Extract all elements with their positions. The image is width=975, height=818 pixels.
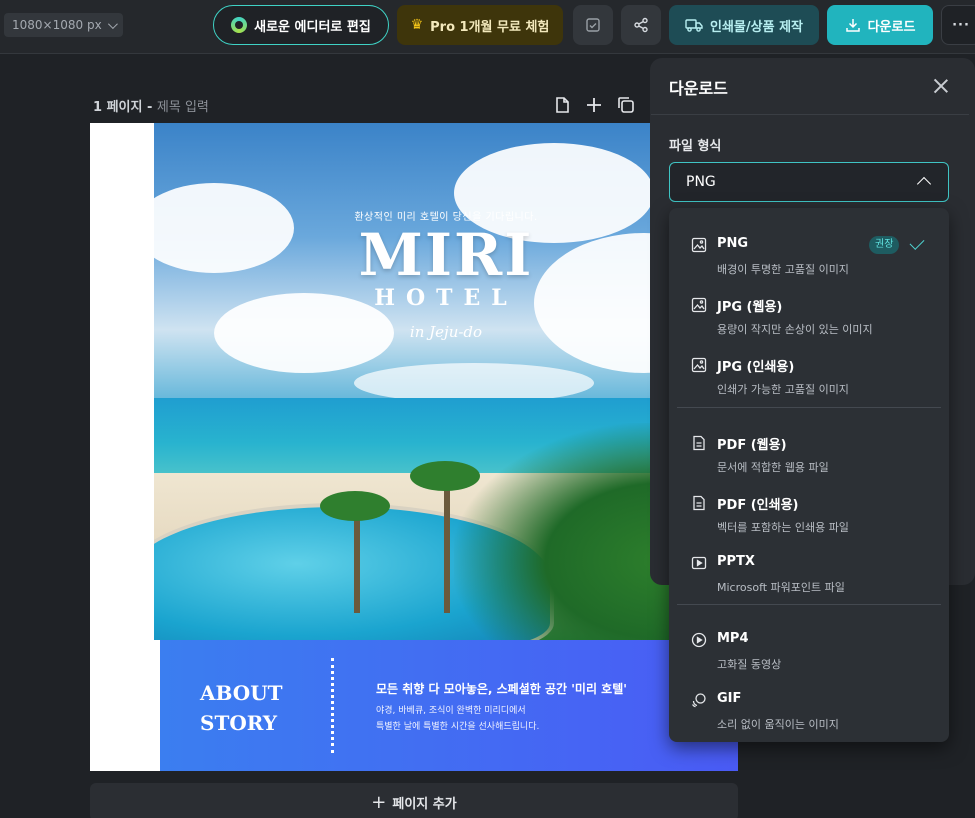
chevron-up-icon	[916, 176, 932, 192]
more-icon: ···	[952, 17, 970, 33]
save-button[interactable]	[573, 5, 613, 45]
format-option-name: PDF (웹용)	[717, 438, 787, 453]
format-option-desc: 배경이 투명한 고품질 이미지	[717, 263, 849, 276]
format-option-name: JPG (웹용)	[717, 300, 783, 315]
dotted-divider	[331, 658, 334, 753]
about-title: ABOUT STORY	[200, 678, 283, 738]
close-icon[interactable]	[932, 77, 950, 95]
format-option-name: PPTX	[717, 554, 755, 569]
about-title-line1: ABOUT	[200, 681, 283, 705]
recommended-badge: 권장	[869, 236, 900, 254]
about-heading: 모든 취향 다 모아놓은, 스페셜한 공간 '미리 호텔'	[376, 682, 627, 696]
download-button[interactable]: 다운로드	[827, 5, 933, 45]
presentation-icon	[691, 556, 707, 570]
new-editor-button[interactable]: 새로운 에디터로 편집	[213, 5, 389, 45]
duplicate-page-icon[interactable]	[616, 95, 636, 115]
format-option-name: GIF	[717, 691, 742, 706]
about-body: 야경, 바베큐, 조식이 완벽한 미리디에서 특별한 날에 특별한 시간을 선사…	[376, 703, 539, 735]
format-option-pdf-print[interactable]: PDF (인쇄용) 벡터를 포함하는 인쇄용 파일	[669, 488, 949, 544]
add-page-button[interactable]: + 페이지 추가	[90, 783, 738, 818]
page-title-separator: -	[146, 100, 153, 115]
format-option-pdf-web[interactable]: PDF (웹용) 문서에 적합한 웹용 파일	[669, 428, 949, 484]
check-icon	[909, 235, 925, 250]
plus-icon: +	[371, 791, 387, 813]
file-format-options: PNG 권장 배경이 투명한 고품질 이미지 JPG (웹용) 용량이 작지만 …	[669, 208, 949, 742]
truck-icon	[685, 19, 703, 32]
page-header: 1 페이지 - 제목 입력	[93, 96, 209, 115]
option-group-divider	[677, 604, 941, 605]
format-option-name: JPG (인쇄용)	[717, 360, 795, 375]
palm-trunk	[444, 473, 450, 613]
file-format-label: 파일 형식	[669, 139, 722, 154]
crown-icon: ♛	[410, 17, 424, 33]
panel-divider	[651, 114, 969, 115]
play-circle-icon	[691, 632, 707, 648]
format-option-png[interactable]: PNG 권장 배경이 투명한 고품질 이미지	[669, 230, 949, 286]
download-icon	[845, 19, 860, 32]
chevron-down-icon	[107, 18, 118, 29]
add-page-label: 페이지 추가	[392, 796, 457, 812]
format-option-name: PDF (인쇄용)	[717, 498, 799, 513]
gif-loop-icon	[691, 693, 706, 708]
option-group-divider	[677, 407, 941, 408]
format-option-name: PNG	[717, 236, 749, 251]
share-button[interactable]	[621, 5, 661, 45]
format-option-jpg-web[interactable]: JPG (웹용) 용량이 작지만 손상이 있는 이미지	[669, 290, 949, 346]
image-icon	[691, 297, 707, 313]
file-format-value: PNG	[686, 174, 716, 190]
save-icon	[586, 18, 600, 32]
download-panel: 다운로드 파일 형식 PNG PNG 권장 배경이 투명한 고품질 이미지 JP…	[651, 58, 969, 770]
canvas-size-label: 1080×1080 px	[12, 18, 102, 32]
top-toolbar: 1080×1080 px 새로운 에디터로 편집 ♛ Pro 1개월 무료 체험…	[0, 0, 975, 54]
page-number: 1 페이지	[93, 100, 143, 115]
download-label: 다운로드	[867, 19, 916, 35]
document-icon	[693, 435, 705, 451]
palm-leaves	[320, 491, 390, 521]
format-option-desc: 인쇄가 가능한 고품질 이미지	[717, 383, 849, 396]
new-editor-label: 새로운 에디터로 편집	[254, 19, 371, 35]
format-option-name: MP4	[717, 631, 749, 646]
design-canvas[interactable]: 환상적인 미리 호텔이 당신을 기다립니다. MIRI HOTEL in Jej…	[90, 123, 738, 771]
format-option-desc: 벡터를 포함하는 인쇄용 파일	[717, 521, 849, 534]
editor-logo-icon	[231, 17, 248, 33]
format-option-desc: 고화질 동영상	[717, 658, 782, 671]
add-page-plus-icon[interactable]	[584, 95, 604, 115]
format-option-desc: 소리 없이 움직이는 이미지	[717, 718, 839, 731]
format-option-mp4[interactable]: MP4 고화질 동영상	[669, 625, 949, 681]
page-title-input[interactable]: 제목 입력	[157, 100, 209, 115]
more-button[interactable]: ···	[941, 5, 975, 45]
canvas-size-select[interactable]: 1080×1080 px	[4, 13, 123, 37]
download-panel-title: 다운로드	[669, 79, 728, 98]
share-icon	[634, 17, 648, 33]
image-icon	[691, 357, 707, 373]
palm-leaves	[410, 461, 480, 491]
print-product-label: 인쇄물/상품 제작	[710, 19, 803, 35]
document-icon	[693, 495, 705, 511]
about-body-line: 야경, 바베큐, 조식이 완벽한 미리디에서	[376, 706, 526, 716]
cloud-shape	[354, 363, 594, 403]
format-option-desc: Microsoft 파워포인트 파일	[717, 581, 845, 594]
format-option-gif[interactable]: GIF 소리 없이 움직이는 이미지	[669, 685, 949, 741]
pro-trial-label: Pro 1개월 무료 체험	[430, 19, 550, 35]
format-option-desc: 용량이 작지만 손상이 있는 이미지	[717, 323, 873, 336]
page-icon[interactable]	[552, 95, 572, 115]
pro-trial-button[interactable]: ♛ Pro 1개월 무료 체험	[397, 5, 563, 45]
image-icon	[691, 237, 707, 253]
about-body-line: 특별한 날에 특별한 시간을 선사해드립니다.	[376, 722, 540, 732]
file-format-select[interactable]: PNG	[669, 162, 949, 202]
format-option-pptx[interactable]: PPTX Microsoft 파워포인트 파일	[669, 548, 949, 604]
print-product-button[interactable]: 인쇄물/상품 제작	[669, 5, 819, 45]
format-option-jpg-print[interactable]: JPG (인쇄용) 인쇄가 가능한 고품질 이미지	[669, 350, 949, 406]
about-title-line2: STORY	[200, 711, 278, 735]
format-option-desc: 문서에 적합한 웹용 파일	[717, 461, 829, 474]
